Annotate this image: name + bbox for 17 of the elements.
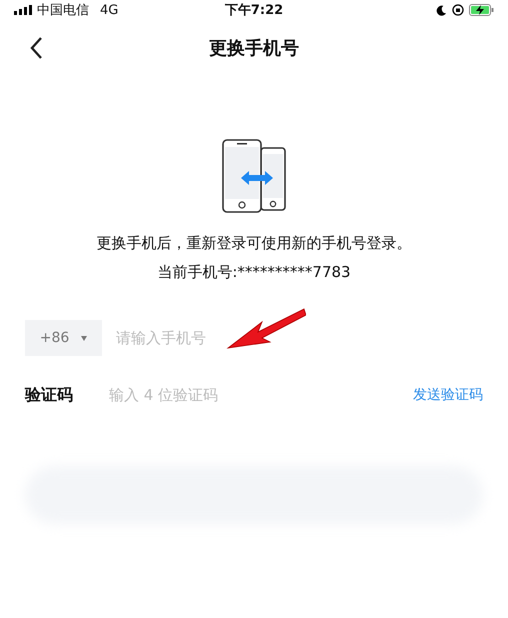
send-code-link[interactable]: 发送验证码 [413, 386, 483, 404]
caret-icon [81, 336, 88, 340]
moon-icon [436, 4, 447, 16]
country-code-select[interactable]: +86 [25, 320, 102, 356]
rotation-lock-icon [452, 4, 464, 16]
phone-switch-icon [221, 138, 287, 214]
network-type: 4G [100, 2, 118, 18]
phone-input[interactable]: 请输入手机号 [114, 328, 298, 348]
code-input[interactable]: 输入 4 位验证码 [107, 385, 413, 405]
status-time: 下午7:22 [224, 2, 284, 19]
page-title: 更换手机号 [209, 37, 299, 60]
info-message: 更换手机后，重新登录可使用新的手机号登录。 [96, 234, 412, 253]
battery-charging-icon [469, 4, 494, 16]
current-phone-number: 当前手机号:**********7783 [156, 263, 352, 282]
carrier-name: 中国电信 [37, 2, 89, 19]
signal-icon [14, 5, 32, 15]
code-label: 验证码 [25, 384, 74, 406]
